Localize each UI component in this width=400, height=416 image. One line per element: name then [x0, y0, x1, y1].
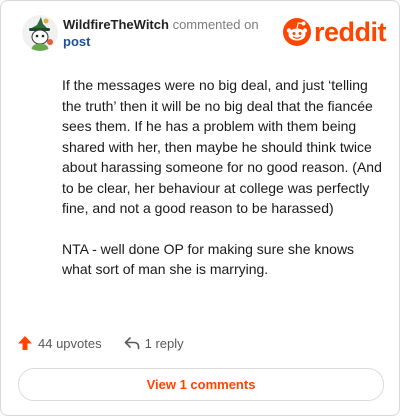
comment-actions: 44 upvotes 1 reply	[17, 333, 206, 353]
view-comments-button[interactable]: View 1 comments	[18, 368, 384, 401]
author-name[interactable]: WildfireTheWitch	[63, 17, 169, 32]
reddit-logo[interactable]: reddit	[282, 17, 387, 47]
reply-count: 1 reply	[144, 335, 184, 351]
comment-header: WildfireTheWitch commented on post reddi…	[16, 13, 387, 53]
upvote-arrow-icon	[18, 336, 32, 350]
comment-card: WildfireTheWitch commented on post reddi…	[0, 0, 400, 416]
reply-button[interactable]: 1 reply	[124, 336, 184, 351]
post-link[interactable]: post	[63, 33, 273, 50]
reply-icon	[124, 337, 139, 350]
user-avatar[interactable]	[22, 15, 58, 51]
reddit-wordmark: reddit	[313, 17, 387, 47]
comment-paragraph: NTA - well done OP for making sure she k…	[62, 240, 355, 278]
upvote-button[interactable]: 44 upvotes	[17, 335, 102, 351]
comment-paragraph: If the messages were no big deal, and ju…	[62, 77, 382, 216]
reddit-snoo-icon	[282, 18, 311, 46]
avatar-icon	[22, 15, 58, 51]
upvote-count: 44 upvotes	[38, 335, 102, 351]
comment-meta: WildfireTheWitch commented on post	[63, 16, 273, 50]
comment-body: If the messages were no big deal, and ju…	[62, 75, 382, 300]
action-text: commented on	[172, 17, 259, 32]
